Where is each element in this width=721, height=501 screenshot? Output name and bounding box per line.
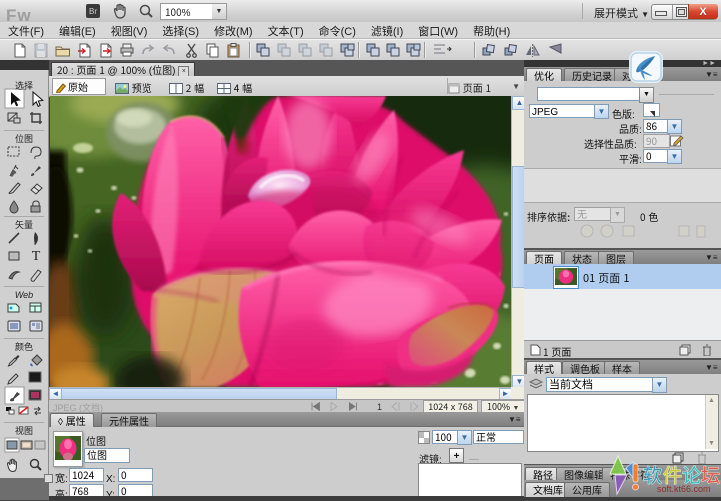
svg-text:1: 1 xyxy=(377,402,382,411)
svg-text:Br: Br xyxy=(89,7,97,16)
svg-text:T: T xyxy=(32,249,41,264)
svg-text:soft.kt66.com: soft.kt66.com xyxy=(657,484,711,494)
